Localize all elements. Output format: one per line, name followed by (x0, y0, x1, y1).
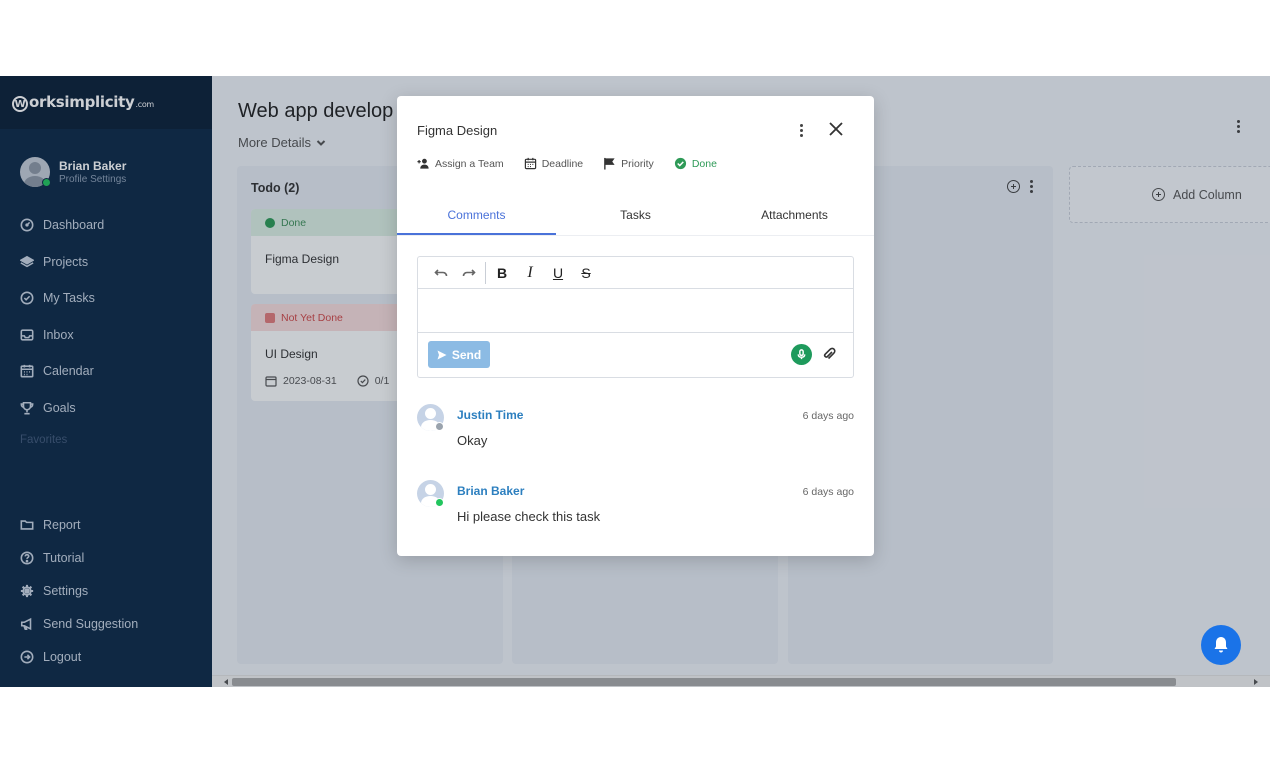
paperclip-icon (823, 347, 836, 360)
comment-time: 6 days ago (802, 410, 854, 422)
notifications-button[interactable] (1201, 625, 1241, 665)
app-window: Worksimplicity .com Brian Baker Profile S… (0, 76, 1270, 687)
check-circle-icon (674, 157, 686, 170)
deadline-label: Deadline (541, 157, 584, 170)
modal-menu-icon[interactable] (800, 124, 803, 137)
comment-author[interactable]: Justin Time (457, 408, 523, 422)
comment-author[interactable]: Brian Baker (457, 484, 524, 498)
status-label: Done (691, 157, 717, 170)
send-label: Send (451, 347, 482, 362)
comment-input[interactable] (418, 289, 853, 333)
comment-text: Okay (457, 433, 488, 448)
attach-file-button[interactable] (821, 346, 837, 362)
redo-icon (462, 268, 476, 276)
task-detail-modal: Figma Design Assign a Team Deadline Prio… (397, 96, 874, 556)
italic-button[interactable]: I (516, 262, 544, 284)
modal-tabs: Comments Tasks Attachments (397, 199, 874, 236)
undo-icon (434, 268, 448, 276)
calendar-icon (524, 157, 536, 170)
assign-team-label: Assign a Team (435, 157, 504, 170)
send-icon (437, 350, 447, 359)
deadline-button[interactable]: Deadline (524, 157, 583, 170)
comment-item: Justin Time 6 days ago Okay (417, 404, 854, 454)
comment-time: 6 days ago (802, 486, 854, 498)
undo-button[interactable] (427, 262, 455, 284)
priority-button[interactable]: Priority (603, 157, 654, 170)
send-button[interactable]: Send (428, 341, 490, 368)
assign-team-button[interactable]: Assign a Team (417, 157, 504, 170)
tab-attachments[interactable]: Attachments (715, 199, 874, 235)
underline-button[interactable]: U (544, 262, 572, 284)
flag-icon (604, 157, 615, 170)
redo-button[interactable] (455, 262, 483, 284)
editor-toolbar: B I U S (418, 257, 853, 289)
add-user-icon (417, 158, 429, 169)
close-icon (829, 122, 843, 136)
editor-footer: Send (418, 333, 853, 377)
comment-editor: B I U S Send (417, 256, 854, 378)
toolbar-divider (485, 261, 486, 284)
task-meta-row: Assign a Team Deadline Priority Done (417, 157, 737, 170)
bell-icon (1214, 637, 1228, 653)
comment-item: Brian Baker 6 days ago Hi please check t… (417, 480, 854, 530)
offline-status-dot (435, 422, 444, 431)
priority-label: Priority (621, 157, 654, 170)
strikethrough-button[interactable]: S (572, 262, 600, 284)
modal-title: Figma Design (417, 123, 498, 138)
comment-text: Hi please check this task (457, 509, 601, 524)
voice-record-button[interactable] (791, 344, 812, 365)
tab-tasks[interactable]: Tasks (556, 199, 715, 235)
bold-button[interactable]: B (488, 262, 516, 284)
close-button[interactable] (829, 122, 843, 136)
microphone-icon (797, 349, 806, 360)
status-done-button[interactable]: Done (674, 157, 717, 170)
tab-comments[interactable]: Comments (397, 199, 556, 235)
online-status-dot (435, 498, 444, 507)
